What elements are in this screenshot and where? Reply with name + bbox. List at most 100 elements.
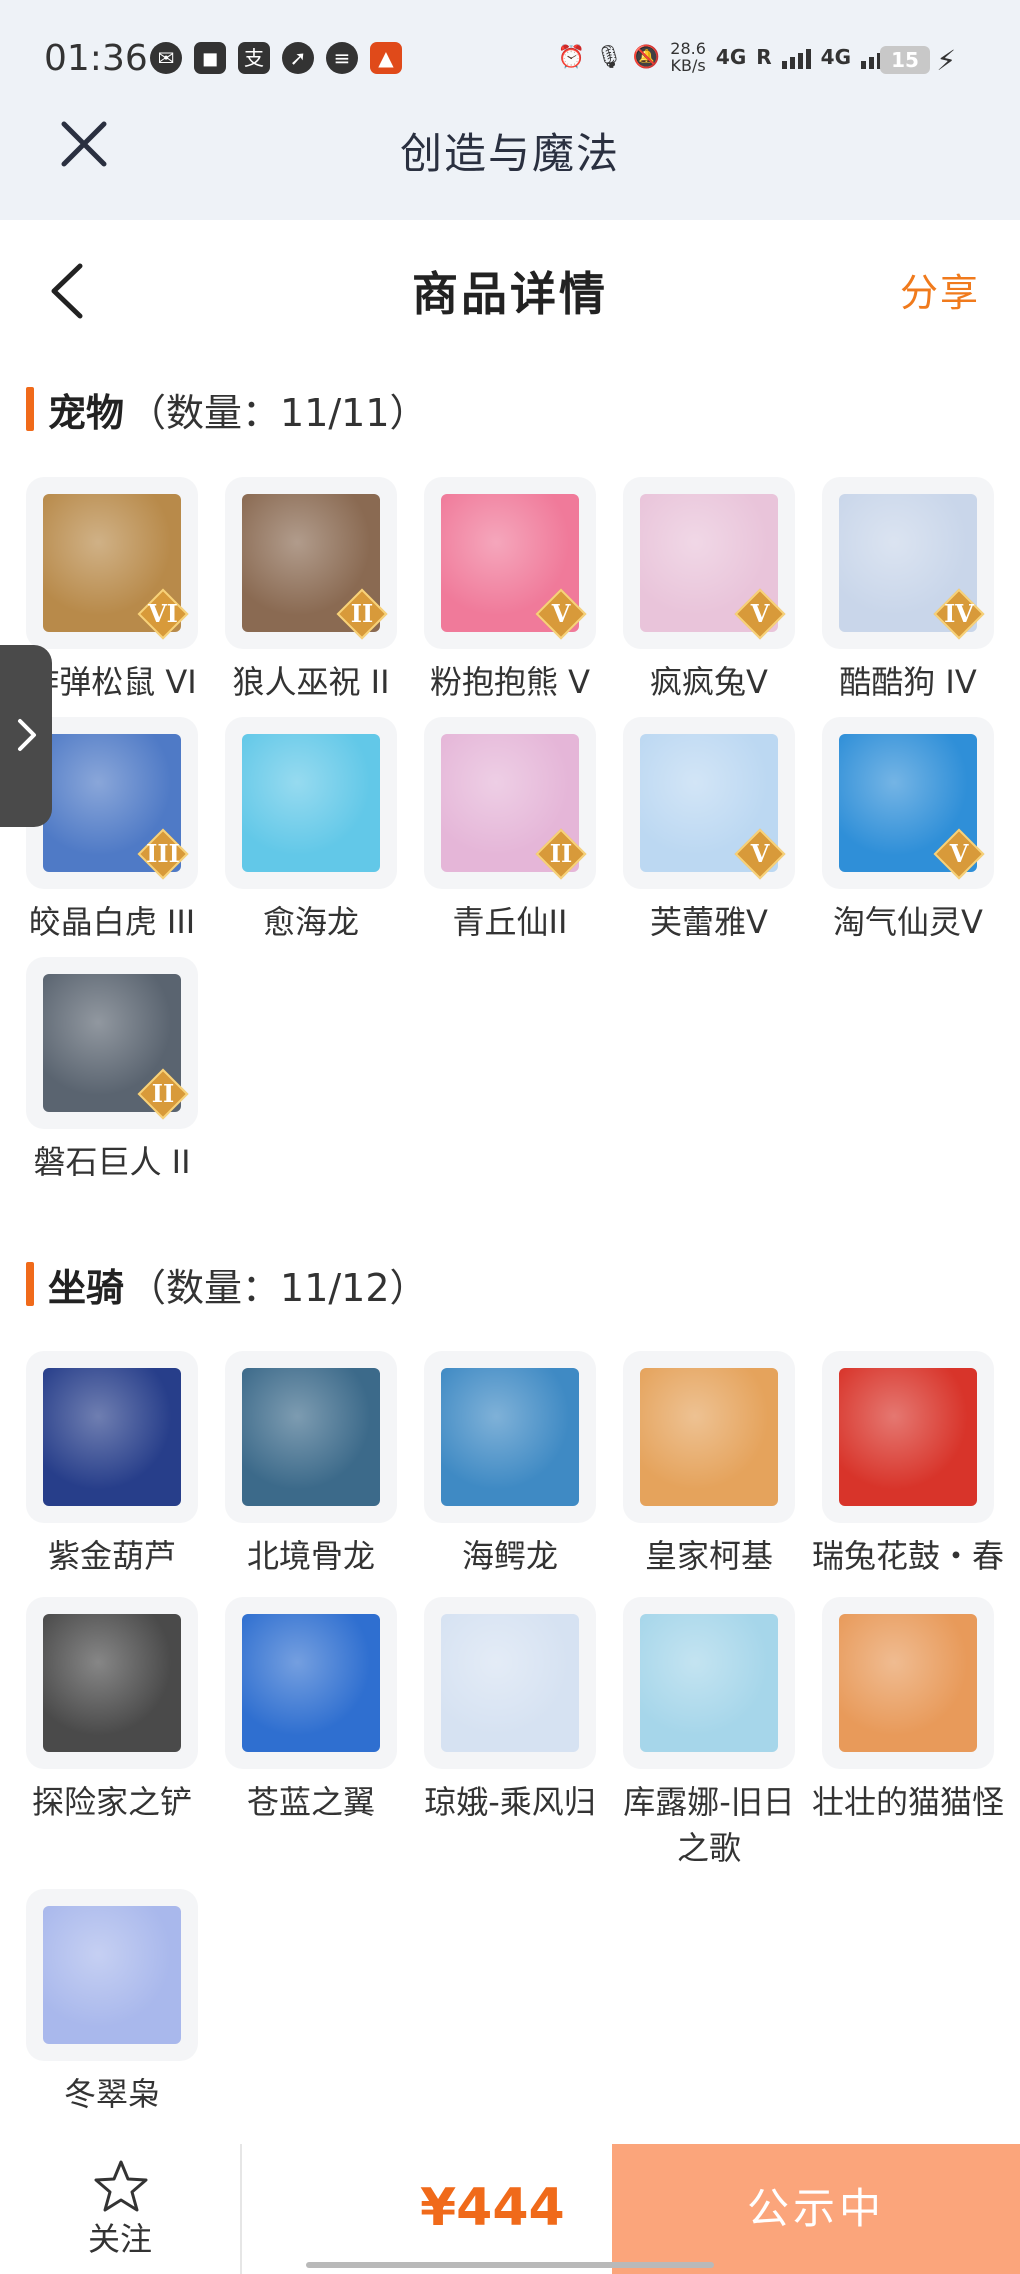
item-label: 皇家柯基	[644, 1537, 773, 1575]
home-indicator	[306, 2262, 714, 2268]
section-accent-bar	[26, 387, 34, 431]
item-thumbnail	[26, 1889, 198, 2061]
pet-item[interactable]: V 粉抱抱熊 V	[424, 477, 596, 705]
section-count: （数量：11/11）	[128, 390, 428, 435]
item-thumbnail	[623, 1351, 795, 1523]
item-thumbnail	[225, 1597, 397, 1769]
battery-icon: 15	[880, 46, 930, 74]
pet-item[interactable]: V 芙蕾雅V	[623, 717, 795, 945]
item-image	[242, 734, 380, 872]
item-label: 芙蕾雅V	[650, 903, 768, 941]
item-label: 青丘仙II	[452, 903, 568, 941]
price: ¥444	[420, 2178, 565, 2238]
item-image	[242, 1614, 380, 1752]
signal-icon	[781, 45, 811, 69]
item-thumbnail: V	[623, 717, 795, 889]
status-time: 01:36	[44, 38, 148, 79]
mounts-grid: 紫金葫芦 北境骨龙 海鳄龙 皇家柯基 瑞兔花鼓・春探险家之铲 苍蓝之翼 琼娥-乘风归 库露娜-…	[26, 1351, 1006, 2117]
mount-item[interactable]: 壮壮的猫猫怪	[812, 1597, 1004, 1871]
notification-icons: ✉ ◼ 支 ➚ ≡ ▲	[150, 42, 402, 74]
item-label: 粉抱抱熊 V	[429, 663, 591, 701]
item-thumbnail	[623, 1597, 795, 1769]
item-thumbnail	[424, 1351, 596, 1523]
item-label: 磐石巨人 II	[33, 1143, 191, 1181]
item-image	[242, 1368, 380, 1506]
network-type: 4G	[715, 45, 747, 69]
network-speed: 28.6 KB/s	[670, 39, 706, 75]
mount-item[interactable]: 探险家之铲	[26, 1597, 198, 1871]
charging-icon: ⚡	[936, 44, 956, 77]
section-count: （数量：11/12）	[128, 1265, 428, 1310]
item-thumbnail: II	[225, 477, 397, 649]
item-image	[441, 1614, 579, 1752]
pet-item[interactable]: IV 酷酷狗 IV	[822, 477, 994, 705]
item-label: 冬翠枭	[63, 2075, 160, 2113]
follow-button[interactable]: 关注	[0, 2144, 242, 2274]
follow-label: 关注	[87, 2220, 152, 2258]
mount-item[interactable]: 瑞兔花鼓・春	[812, 1351, 1004, 1579]
item-thumbnail: V	[822, 717, 994, 889]
pet-item[interactable]: II 狼人巫祝 II	[225, 477, 397, 705]
alarm-icon: ⏰	[557, 44, 585, 70]
chevron-right-icon	[18, 719, 36, 751]
tier-badge: V	[734, 588, 786, 640]
item-thumbnail: VI	[26, 477, 198, 649]
bottom-bar: 关注 ¥444 公示中	[0, 2144, 1020, 2274]
app-title: 创造与魔法	[399, 129, 620, 178]
page-header: 商品详情 分享	[0, 220, 1020, 355]
item-thumbnail	[822, 1597, 994, 1769]
compass-icon: ➚	[282, 42, 314, 74]
item-thumbnail	[225, 717, 397, 889]
mount-item[interactable]: 海鳄龙	[424, 1351, 596, 1579]
mount-item[interactable]: 苍蓝之翼	[225, 1597, 397, 1871]
roaming-indicator: R	[756, 45, 772, 69]
item-label: 海鳄龙	[461, 1537, 558, 1575]
mount-item[interactable]: 皇家柯基	[623, 1351, 795, 1579]
item-thumbnail: IV	[822, 477, 994, 649]
mount-item[interactable]: 紫金葫芦	[26, 1351, 198, 1579]
status-right: ⏰ 🎙 🔕 28.6 KB/s 4G R 4G	[558, 40, 890, 74]
item-label: 北境骨龙	[246, 1537, 375, 1575]
app-icon: ◼	[194, 42, 226, 74]
app-icon: ≡	[326, 42, 358, 74]
tier-badge: V	[535, 588, 587, 640]
item-thumbnail: V	[424, 477, 596, 649]
section-title: 坐骑	[48, 1265, 125, 1310]
wechat-icon: ✉	[150, 42, 182, 74]
item-thumbnail: II	[424, 717, 596, 889]
page-title: 商品详情	[412, 267, 608, 321]
item-label: 探险家之铲	[31, 1783, 192, 1821]
pet-item[interactable]: V 淘气仙灵V	[822, 717, 994, 945]
item-image	[839, 1368, 977, 1506]
top-zone: 01:36 ✉ ◼ 支 ➚ ≡ ▲ ⏰ 🎙 🔕 28.6 KB/s 4G R 4G…	[0, 0, 1020, 220]
tier-badge: IV	[933, 588, 985, 640]
alipay-icon: 支	[238, 42, 270, 74]
tier-badge: V	[933, 828, 985, 880]
section-accent-bar	[26, 1262, 34, 1306]
item-label: 壮壮的猫猫怪	[811, 1783, 1004, 1821]
pets-grid: VI 炸弹松鼠 VI II 狼人巫祝 II V 粉抱抱熊 V V 疯疯兔V IV 酷酷狗 IV II…	[26, 477, 1006, 1185]
mount-item[interactable]: 库露娜-旧日之歌	[623, 1597, 795, 1871]
item-thumbnail	[225, 1351, 397, 1523]
status-bar: 01:36 ✉ ◼ 支 ➚ ≡ ▲ ⏰ 🎙 🔕 28.6 KB/s 4G R 4G…	[0, 0, 1020, 120]
tier-badge: II	[535, 828, 587, 880]
mount-item[interactable]: 冬翠枭	[26, 1889, 198, 2117]
pet-item[interactable]: II 青丘仙II	[424, 717, 596, 945]
side-drawer-handle[interactable]	[0, 645, 52, 827]
pet-item[interactable]: II 磐石巨人 II	[26, 957, 198, 1185]
item-thumbnail: V	[623, 477, 795, 649]
share-button[interactable]: 分享	[900, 262, 980, 317]
item-label: 疯疯兔V	[650, 663, 768, 701]
pet-item[interactable]: 愈海龙	[225, 717, 397, 945]
mount-item[interactable]: 琼娥-乘风归	[424, 1597, 596, 1871]
tier-badge: VI	[137, 588, 189, 640]
item-image	[441, 1368, 579, 1506]
tier-badge: II	[137, 1068, 189, 1120]
item-thumbnail	[26, 1351, 198, 1523]
item-thumbnail	[822, 1351, 994, 1523]
mount-item[interactable]: 北境骨龙	[225, 1351, 397, 1579]
mute-icon: 🔕	[632, 44, 661, 70]
status-button[interactable]: 公示中	[612, 2144, 1020, 2274]
pet-item[interactable]: V 疯疯兔V	[623, 477, 795, 705]
item-thumbnail: II	[26, 957, 198, 1129]
